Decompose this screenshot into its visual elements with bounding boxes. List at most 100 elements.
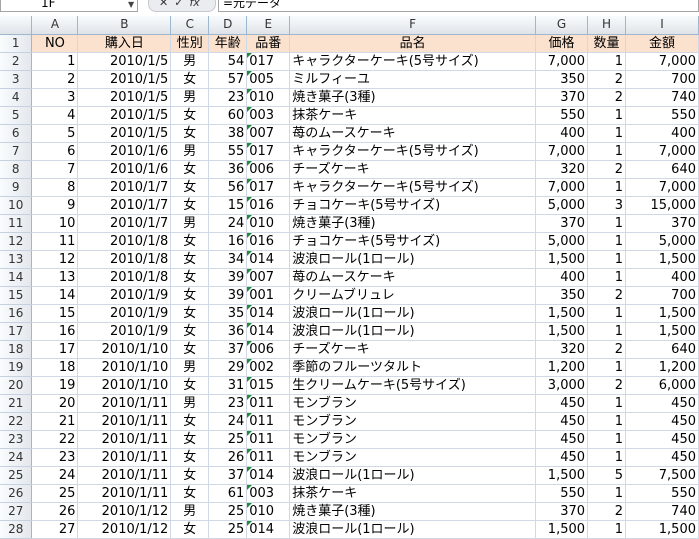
header-cell[interactable]: 価格: [535, 34, 589, 53]
column-header-c[interactable]: C: [170, 16, 210, 35]
cell-i[interactable]: 400: [625, 268, 699, 287]
cell-b[interactable]: 2010/1/6: [77, 142, 172, 161]
cell-g[interactable]: 1,500: [535, 304, 589, 323]
cell-i[interactable]: 640: [625, 160, 699, 179]
cell-e[interactable]: 011: [246, 412, 291, 431]
cell-i[interactable]: 1,500: [625, 304, 699, 323]
cell-f[interactable]: 抹茶ケーキ: [289, 106, 537, 125]
cell-h[interactable]: 1: [587, 322, 626, 341]
cell-c[interactable]: 女: [170, 286, 210, 305]
cell-e[interactable]: 007: [246, 268, 291, 287]
row-header[interactable]: 19: [0, 358, 33, 377]
cell-d[interactable]: 38: [208, 124, 248, 143]
cell-f[interactable]: キャラクターケーキ(5号サイズ): [289, 178, 537, 197]
column-header-g[interactable]: G: [535, 16, 589, 35]
cell-g[interactable]: 7,000: [535, 178, 589, 197]
cell-h[interactable]: 5: [587, 466, 626, 485]
cell-d[interactable]: 23: [208, 88, 248, 107]
cell-d[interactable]: 25: [208, 520, 248, 539]
cell-c[interactable]: 女: [170, 268, 210, 287]
cell-b[interactable]: 2010/1/12: [77, 502, 172, 521]
cell-e[interactable]: 014: [246, 520, 291, 539]
cell-f[interactable]: モンブラン: [289, 448, 537, 467]
formula-input[interactable]: =元データ: [218, 0, 699, 12]
row-header[interactable]: 2: [0, 52, 33, 71]
cell-c[interactable]: 男: [170, 214, 210, 233]
cell-h[interactable]: 1: [587, 142, 626, 161]
row-header[interactable]: 11: [0, 214, 33, 233]
cell-c[interactable]: 女: [170, 178, 210, 197]
cell-a[interactable]: 24: [31, 466, 79, 485]
cell-f[interactable]: 抹茶ケーキ: [289, 484, 537, 503]
cell-b[interactable]: 2010/1/10: [77, 340, 172, 359]
cell-h[interactable]: 1: [587, 52, 626, 71]
cell-i[interactable]: 450: [625, 448, 699, 467]
cell-d[interactable]: 25: [208, 430, 248, 449]
cell-h[interactable]: 2: [587, 286, 626, 305]
cell-c[interactable]: 男: [170, 88, 210, 107]
cell-d[interactable]: 60: [208, 106, 248, 125]
column-header-e[interactable]: E: [246, 16, 291, 35]
cell-b[interactable]: 2010/1/11: [77, 412, 172, 431]
row-header[interactable]: 13: [0, 250, 33, 269]
header-cell[interactable]: 性別: [170, 34, 210, 53]
cell-c[interactable]: 女: [170, 232, 210, 251]
row-header[interactable]: 23: [0, 430, 33, 449]
cell-i[interactable]: 7,000: [625, 178, 699, 197]
cell-i[interactable]: 1,200: [625, 358, 699, 377]
cell-h[interactable]: 1: [587, 214, 626, 233]
cell-d[interactable]: 56: [208, 178, 248, 197]
cell-b[interactable]: 2010/1/8: [77, 250, 172, 269]
cell-c[interactable]: 男: [170, 394, 210, 413]
cell-a[interactable]: 20: [31, 394, 79, 413]
cell-a[interactable]: 19: [31, 376, 79, 395]
header-cell[interactable]: 金額: [625, 34, 699, 53]
cell-e[interactable]: 014: [246, 304, 291, 323]
cell-i[interactable]: 5,000: [625, 232, 699, 251]
cell-e[interactable]: 014: [246, 250, 291, 269]
cell-b[interactable]: 2010/1/5: [77, 70, 172, 89]
cell-d[interactable]: 39: [208, 286, 248, 305]
cell-f[interactable]: モンブラン: [289, 412, 537, 431]
cell-f[interactable]: キャラクターケーキ(5号サイズ): [289, 142, 537, 161]
cell-h[interactable]: 1: [587, 178, 626, 197]
column-header-h[interactable]: H: [587, 16, 626, 35]
cell-f[interactable]: モンブラン: [289, 430, 537, 449]
cell-i[interactable]: 400: [625, 124, 699, 143]
cell-g[interactable]: 450: [535, 448, 589, 467]
cell-i[interactable]: 450: [625, 412, 699, 431]
row-header[interactable]: 1: [0, 34, 33, 53]
cell-c[interactable]: 女: [170, 70, 210, 89]
cell-c[interactable]: 男: [170, 358, 210, 377]
cell-f[interactable]: 焼き菓子(3種): [289, 214, 537, 233]
row-header[interactable]: 7: [0, 142, 33, 161]
cell-a[interactable]: 11: [31, 232, 79, 251]
cell-a[interactable]: 1: [31, 52, 79, 71]
cell-a[interactable]: 9: [31, 196, 79, 215]
cell-i[interactable]: 450: [625, 430, 699, 449]
row-header[interactable]: 26: [0, 484, 33, 503]
row-header[interactable]: 14: [0, 268, 33, 287]
cell-a[interactable]: 23: [31, 448, 79, 467]
cell-i[interactable]: 700: [625, 286, 699, 305]
row-header[interactable]: 16: [0, 304, 33, 323]
cell-e[interactable]: 003: [246, 106, 291, 125]
header-cell[interactable]: NO: [31, 34, 79, 53]
cell-f[interactable]: チョコケーキ(5号サイズ): [289, 232, 537, 251]
cell-c[interactable]: 女: [170, 124, 210, 143]
cell-g[interactable]: 350: [535, 70, 589, 89]
cell-g[interactable]: 1,500: [535, 322, 589, 341]
cell-f[interactable]: 波浪ロール(1ロール): [289, 520, 537, 539]
cell-b[interactable]: 2010/1/11: [77, 484, 172, 503]
header-cell[interactable]: 品名: [289, 34, 537, 53]
cell-e[interactable]: 006: [246, 340, 291, 359]
cell-a[interactable]: 10: [31, 214, 79, 233]
cell-e[interactable]: 001: [246, 286, 291, 305]
cell-h[interactable]: 2: [587, 376, 626, 395]
cell-g[interactable]: 400: [535, 124, 589, 143]
cell-d[interactable]: 36: [208, 160, 248, 179]
cell-g[interactable]: 400: [535, 268, 589, 287]
cell-d[interactable]: 35: [208, 304, 248, 323]
cell-e[interactable]: 016: [246, 196, 291, 215]
cell-d[interactable]: 31: [208, 376, 248, 395]
